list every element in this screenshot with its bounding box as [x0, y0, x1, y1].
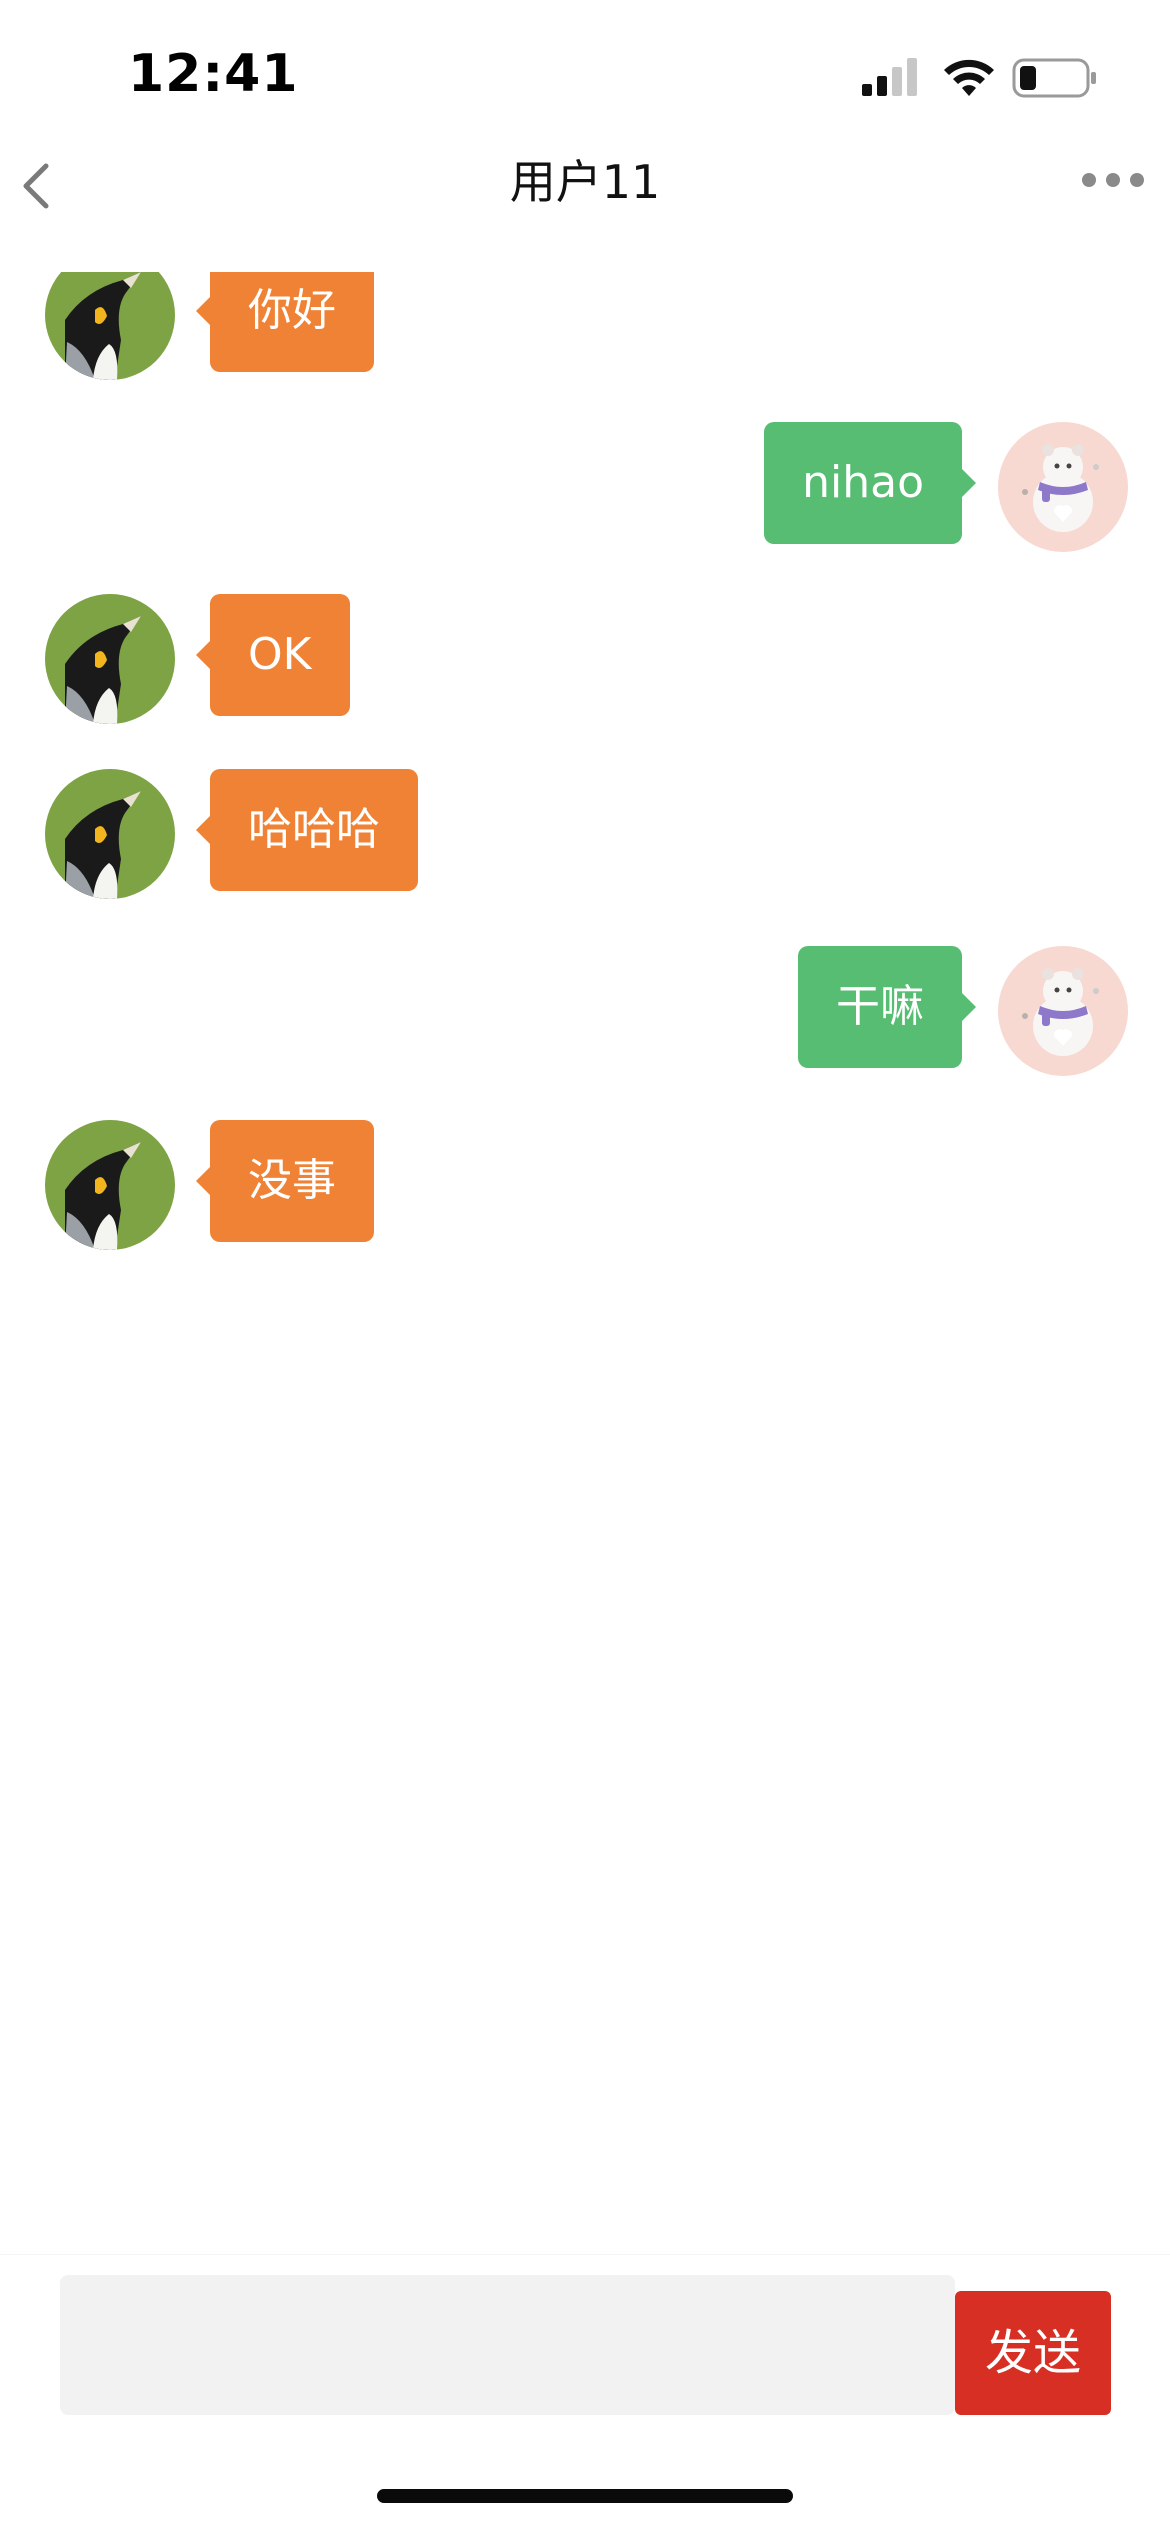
nav-bar: 用户11 [0, 130, 1170, 230]
received-message-bubble[interactable]: 你好 [196, 272, 374, 372]
message-row-sent: 干嘛 [0, 946, 1170, 1076]
send-button[interactable]: 发送 [955, 2291, 1111, 2415]
received-message-bubble[interactable]: OK [196, 594, 350, 716]
page-title: 用户11 [509, 155, 661, 209]
bear-avatar[interactable] [998, 946, 1128, 1076]
message-row-received: 你好 [0, 272, 1170, 380]
penguin-avatar[interactable] [45, 769, 175, 899]
received-message-bubble[interactable]: 没事 [196, 1120, 374, 1242]
sent-message-bubble[interactable]: nihao [764, 422, 976, 544]
message-row-received: 哈哈哈 [0, 769, 1170, 899]
bear-avatar[interactable] [998, 422, 1128, 552]
battery-icon [1012, 58, 1096, 98]
status-time: 12:41 [128, 44, 299, 104]
message-row-sent: nihao [0, 422, 1170, 552]
message-row-received: 没事 [0, 1120, 1170, 1250]
home-indicator[interactable] [377, 2489, 793, 2503]
cellular-signal-icon [862, 58, 917, 96]
sent-message-bubble[interactable]: 干嘛 [798, 946, 976, 1068]
wifi-icon [944, 59, 994, 96]
chat-message-list[interactable]: 你好 nihao OK 哈哈哈 干嘛 没事 [0, 272, 1170, 2252]
more-dots-icon[interactable] [1080, 170, 1146, 190]
penguin-avatar[interactable] [45, 272, 175, 380]
message-input[interactable] [60, 2275, 955, 2415]
message-composer: 发送 [0, 2254, 1170, 2435]
penguin-avatar[interactable] [45, 594, 175, 724]
status-bar: 12:41 [0, 0, 1170, 150]
received-message-bubble[interactable]: 哈哈哈 [196, 769, 418, 891]
message-row-received: OK [0, 594, 1170, 724]
penguin-avatar[interactable] [45, 1120, 175, 1250]
